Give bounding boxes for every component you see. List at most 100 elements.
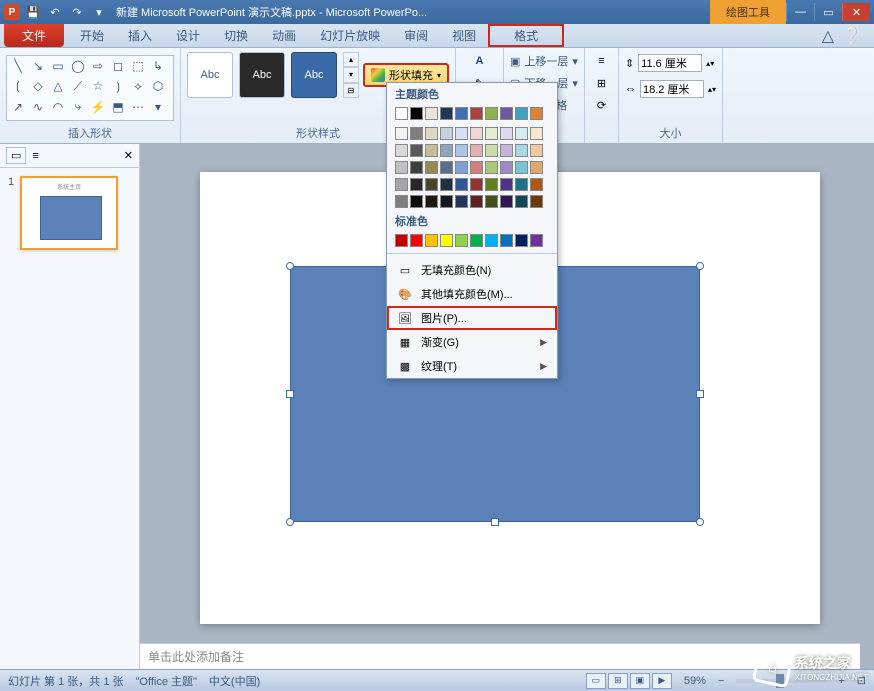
width-input[interactable] bbox=[640, 80, 704, 98]
zoom-percent[interactable]: 59% bbox=[684, 675, 706, 687]
color-swatch[interactable] bbox=[515, 144, 528, 157]
color-swatch[interactable] bbox=[500, 234, 513, 247]
resize-handle-s[interactable] bbox=[491, 518, 499, 526]
color-swatch[interactable] bbox=[440, 107, 453, 120]
color-swatch[interactable] bbox=[530, 107, 543, 120]
color-swatch[interactable] bbox=[470, 161, 483, 174]
tab-design[interactable]: 设计 bbox=[164, 24, 212, 47]
minimize-button[interactable]: — bbox=[786, 3, 814, 21]
gallery-more-icon[interactable]: ⊟ bbox=[343, 83, 359, 98]
notes-area[interactable]: 单击此处添加备注 bbox=[140, 643, 860, 669]
color-swatch[interactable] bbox=[440, 161, 453, 174]
color-swatch[interactable] bbox=[500, 178, 513, 191]
tab-review[interactable]: 审阅 bbox=[392, 24, 440, 47]
color-swatch[interactable] bbox=[470, 195, 483, 208]
shape-arrow-icon[interactable]: ↘ bbox=[29, 58, 47, 74]
resize-handle-nw[interactable] bbox=[286, 262, 294, 270]
gallery-down-icon[interactable]: ▾ bbox=[343, 67, 359, 82]
color-swatch[interactable] bbox=[425, 107, 438, 120]
resize-handle-se[interactable] bbox=[696, 518, 704, 526]
fit-window-button[interactable]: ⊡ bbox=[857, 674, 866, 687]
color-swatch[interactable] bbox=[515, 161, 528, 174]
color-swatch[interactable] bbox=[410, 161, 423, 174]
qat-dropdown-icon[interactable]: ▾ bbox=[90, 3, 108, 21]
color-swatch[interactable] bbox=[455, 107, 468, 120]
shape-more-icon[interactable]: ▾ bbox=[149, 99, 167, 115]
zoom-thumb[interactable] bbox=[776, 674, 784, 688]
color-swatch[interactable] bbox=[470, 127, 483, 140]
shape-callout-icon[interactable]: ◇ bbox=[29, 78, 47, 94]
color-swatch[interactable] bbox=[455, 195, 468, 208]
close-button[interactable]: ✕ bbox=[842, 3, 870, 21]
color-swatch[interactable] bbox=[425, 178, 438, 191]
shape-bolt-icon[interactable]: ⚡ bbox=[89, 99, 107, 115]
color-swatch[interactable] bbox=[410, 107, 423, 120]
shape-connector2-icon[interactable]: ⤷ bbox=[69, 99, 87, 115]
color-swatch[interactable] bbox=[530, 161, 543, 174]
color-swatch[interactable] bbox=[425, 144, 438, 157]
style-gallery[interactable]: Abc Abc Abc ▴ ▾ ⊟ bbox=[187, 52, 359, 98]
color-swatch[interactable] bbox=[515, 107, 528, 120]
picture-fill-item[interactable]: 🖼 图片(P)... bbox=[387, 306, 557, 330]
color-swatch[interactable] bbox=[395, 144, 408, 157]
color-swatch[interactable] bbox=[500, 127, 513, 140]
color-swatch[interactable] bbox=[470, 178, 483, 191]
shape-arc-icon[interactable]: ◠ bbox=[49, 99, 67, 115]
shape-line-icon[interactable]: ╲ bbox=[9, 58, 27, 74]
zoom-slider[interactable] bbox=[736, 679, 826, 683]
shape-ellipse-icon[interactable]: ◯ bbox=[69, 58, 87, 74]
gradient-item[interactable]: ▦ 渐变(G) ▶ bbox=[387, 330, 557, 354]
color-swatch[interactable] bbox=[515, 234, 528, 247]
color-swatch[interactable] bbox=[410, 234, 423, 247]
color-swatch[interactable] bbox=[485, 195, 498, 208]
shape-star-icon[interactable]: ☆ bbox=[89, 78, 107, 94]
text-fill-icon[interactable]: A bbox=[471, 52, 489, 70]
shape-curve2-icon[interactable]: ∿ bbox=[29, 99, 47, 115]
color-swatch[interactable] bbox=[395, 161, 408, 174]
tab-slideshow[interactable]: 幻灯片放映 bbox=[308, 24, 392, 47]
shape-rect-icon[interactable]: ▭ bbox=[49, 58, 67, 74]
color-swatch[interactable] bbox=[530, 144, 543, 157]
color-swatch[interactable] bbox=[440, 127, 453, 140]
resize-handle-ne[interactable] bbox=[696, 262, 704, 270]
color-swatch[interactable] bbox=[485, 234, 498, 247]
height-input[interactable] bbox=[638, 54, 702, 72]
style-swatch-1[interactable]: Abc bbox=[187, 52, 233, 98]
undo-icon[interactable]: ↶ bbox=[46, 3, 64, 21]
spinner-icon[interactable]: ▴▾ bbox=[708, 85, 716, 94]
tab-home[interactable]: 开始 bbox=[68, 24, 116, 47]
color-swatch[interactable] bbox=[395, 178, 408, 191]
tab-transitions[interactable]: 切换 bbox=[212, 24, 260, 47]
reading-view-button[interactable]: ▣ bbox=[630, 673, 650, 689]
color-swatch[interactable] bbox=[410, 178, 423, 191]
gallery-up-icon[interactable]: ▴ bbox=[343, 52, 359, 67]
close-panel-icon[interactable]: ✕ bbox=[124, 149, 133, 162]
color-swatch[interactable] bbox=[470, 107, 483, 120]
style-swatch-2[interactable]: Abc bbox=[239, 52, 285, 98]
color-swatch[interactable] bbox=[425, 161, 438, 174]
color-swatch[interactable] bbox=[470, 144, 483, 157]
spinner-icon[interactable]: ▴▾ bbox=[706, 59, 714, 68]
more-colors-item[interactable]: 🎨 其他填充颜色(M)... bbox=[387, 282, 557, 306]
shape-curve-icon[interactable]: ⟋ bbox=[69, 78, 87, 94]
color-swatch[interactable] bbox=[530, 234, 543, 247]
thumbnail-1[interactable]: 1 系统主页 bbox=[0, 168, 139, 258]
color-swatch[interactable] bbox=[410, 195, 423, 208]
rotate-icon[interactable]: ⟳ bbox=[592, 96, 610, 114]
color-swatch[interactable] bbox=[515, 195, 528, 208]
file-tab[interactable]: 文件 bbox=[4, 24, 64, 47]
color-swatch[interactable] bbox=[410, 144, 423, 157]
style-gallery-scroll[interactable]: ▴ ▾ ⊟ bbox=[343, 52, 359, 98]
color-swatch[interactable] bbox=[515, 178, 528, 191]
zoom-in-button[interactable]: + bbox=[838, 675, 844, 687]
no-fill-item[interactable]: ▭ 无填充颜色(N) bbox=[387, 258, 557, 282]
shapes-gallery[interactable]: ╲ ↘ ▭ ◯ ⇨ ◻ ⬚ ↳ ⟮ ◇ △ ⟋ ☆ ⟯ ⟡ ⬡ ↗ ∿ ◠ ⤷ bbox=[6, 55, 174, 121]
save-icon[interactable]: 💾 bbox=[24, 3, 42, 21]
color-swatch[interactable] bbox=[500, 161, 513, 174]
color-swatch[interactable] bbox=[485, 161, 498, 174]
color-swatch[interactable] bbox=[440, 195, 453, 208]
resize-handle-e[interactable] bbox=[696, 390, 704, 398]
color-swatch[interactable] bbox=[395, 107, 408, 120]
group-icon[interactable]: ⊞ bbox=[592, 74, 610, 92]
color-swatch[interactable] bbox=[485, 144, 498, 157]
